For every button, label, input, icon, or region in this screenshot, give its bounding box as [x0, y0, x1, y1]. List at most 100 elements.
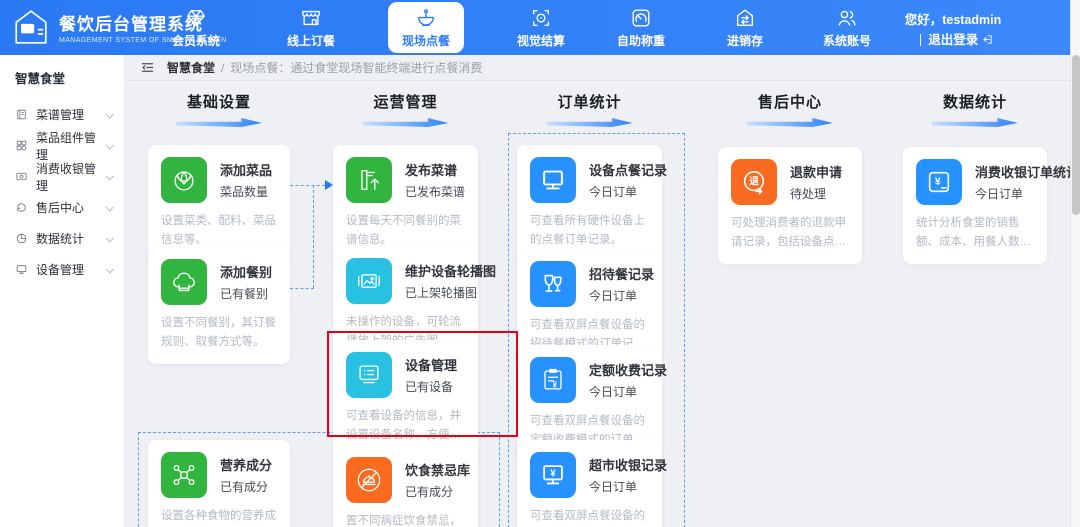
header-arrow-underline — [546, 118, 633, 127]
module-card-2-1[interactable]: 发布菜谱 已发布菜谱 设置每天不同餐别的菜谱信息。 — [333, 145, 478, 262]
module-board: 基础设置 添加菜品 菜品数量 设置菜类、配料、菜品信息等。 添加餐别 已有餐别 设置不同餐别… — [125, 55, 1070, 527]
card-stat: 待处理 — [790, 187, 827, 201]
nav-item-1[interactable]: 会员系统 — [158, 0, 234, 55]
card-title: 消费收银订单统计 — [975, 165, 1070, 180]
connector-line — [313, 185, 314, 288]
device-icon — [15, 263, 28, 276]
header-arrow-underline — [747, 118, 833, 127]
card-stat: 今日订单 — [589, 385, 638, 399]
card-title: 退款申请 — [790, 165, 843, 180]
card-description: 可查看所有硬件设备上的点餐订单记录。 — [530, 215, 645, 246]
sidebar-item-2[interactable]: 菜品组件管理 — [0, 130, 124, 162]
header-arrow-underline — [362, 118, 449, 127]
card-title: 招待餐记录 — [589, 267, 655, 282]
sidebar-title: 智慧食堂 — [15, 72, 66, 86]
sidebar-item-label: 售后中心 — [36, 201, 85, 215]
svg-text:退: 退 — [749, 176, 759, 188]
card-title: 设备管理 — [405, 358, 458, 373]
module-card-3-1[interactable]: 设备点餐记录 今日订单可查看所有硬件设备上的点餐订单记录。 — [517, 145, 668, 262]
chevron-down-icon — [105, 140, 114, 150]
sidebar: 智慧食堂 菜谱管理菜品组件管理 消费收银管理售后中心数据统计设备管理 — [0, 55, 125, 527]
sidebar-item-4[interactable]: 售后中心 — [0, 192, 124, 223]
sidebar-menu: 菜谱管理菜品组件管理 消费收银管理售后中心数据统计设备管理 — [0, 99, 124, 285]
header-arrow-underline — [932, 118, 1018, 127]
cashier-icon — [15, 170, 28, 183]
sidebar-item-5[interactable]: 数据统计 — [0, 223, 124, 254]
logout-button[interactable]: 退出登录 — [928, 33, 993, 47]
column-header-5: 数据统计 — [903, 91, 1047, 127]
column-title: 基础设置 — [186, 94, 251, 111]
users-icon — [836, 7, 858, 29]
sidebar-item-3[interactable]: 消费收银管理 — [0, 161, 124, 193]
user-area: 您好，testadmin 退出登录 — [900, 10, 1006, 50]
nav-item-2[interactable]: 线上订餐 — [273, 0, 349, 55]
divider — [920, 34, 922, 46]
monitor-icon — [530, 157, 576, 203]
sidebar-item-1[interactable]: 菜谱管理 — [0, 99, 124, 130]
nav-item-label: 现场点餐 — [401, 33, 450, 48]
module-card-2-4[interactable]: 饮食禁忌库已有成分置不同病症饮食禁忌，【菜品管理】里可添加对应的。 — [333, 445, 478, 527]
column-header-4: 售后中心 — [718, 91, 862, 127]
card-title: 营养成分 — [220, 458, 273, 473]
card-description: 可查看设备的信息，并设置设备名称，方便识别。 — [346, 410, 461, 441]
card-stat: 已有成分 — [405, 485, 454, 499]
column-header-3: 订单统计 — [517, 91, 662, 127]
card-title: 设备点餐记录 — [589, 163, 668, 178]
card-stat: 今日订单 — [975, 187, 1024, 201]
sidebar-item-label: 消费收银管理 — [36, 161, 97, 193]
card-stat: 已上架轮播图 — [405, 286, 478, 300]
card-title: 发布菜谱 — [405, 163, 458, 178]
chef-hat-icon — [161, 259, 207, 305]
nav-item-4[interactable]: 视觉结算 — [503, 0, 579, 55]
module-card-4-1[interactable]: 退 退款申请待处理可处理消费者的退款申请记录，包括设备点餐及云餐厅H5上的订单..… — [718, 147, 862, 264]
sidebar-item-6[interactable]: 设备管理 — [0, 254, 124, 285]
svg-text:¥: ¥ — [550, 468, 556, 479]
module-card-3-4[interactable]: ¥ 超市收银记录今日订单可查看双屏点餐设备的超市收银的订单记录。 — [517, 440, 667, 527]
vegetable-icon — [161, 157, 207, 203]
card-title: 饮食禁忌库 — [405, 463, 471, 478]
column-title: 订单统计 — [557, 94, 622, 111]
nav-item-label: 线上订餐 — [286, 33, 335, 48]
nav-item-label: 系统账号 — [822, 33, 871, 48]
stats-icon — [15, 232, 28, 245]
carousel-icon — [346, 258, 392, 304]
card-stat: 今日订单 — [589, 185, 638, 199]
module-card-1-3[interactable]: 营养成分已有成分设置各种食物的营养成分，【菜品管理】里可添加对应的食物及分... — [148, 440, 290, 527]
card-stat: 已发布菜谱 — [405, 185, 466, 199]
module-card-2-3[interactable]: 设备管理已有设备可查看设备的信息，并设置设备名称，方便识别。 — [333, 340, 478, 457]
card-title: 维护设备轮播图 — [405, 264, 497, 279]
sidebar-item-label: 菜谱管理 — [36, 108, 85, 122]
nav-item-label: 进销存 — [726, 33, 763, 48]
connector-line — [290, 185, 325, 186]
module-card-1-1[interactable]: 添加菜品 菜品数量 设置菜类、配料、菜品信息等。 — [148, 145, 290, 262]
card-stat: 今日订单 — [589, 289, 638, 303]
chevron-down-icon — [105, 233, 114, 243]
card-stat: 已有餐别 — [220, 287, 269, 301]
scrollbar-track[interactable] — [1070, 0, 1080, 527]
user-greeting: 您好，testadmin — [904, 13, 1002, 27]
chevron-down-icon — [105, 109, 114, 119]
card-description: 设置菜类、配料、菜品信息等。 — [161, 215, 276, 246]
card-description: 统计分析食堂的销售额、成本、用餐人数、及各菜品销量、餐别等... — [916, 217, 1031, 248]
column-title: 数据统计 — [942, 94, 1007, 111]
module-card-1-2[interactable]: 添加餐别 已有餐别 设置不同餐别，其订餐规则、取餐方式等。 — [148, 247, 290, 364]
chevron-down-icon — [105, 171, 114, 181]
nav-item-3[interactable]: 现场点餐 — [388, 2, 464, 53]
scrollbar-thumb[interactable] — [1072, 55, 1080, 215]
nav-item-6[interactable]: 进销存 — [707, 0, 783, 55]
card-title: 定额收费记录 — [589, 363, 668, 378]
clipboard-yen-icon: ¥ — [530, 357, 576, 403]
nav-item-7[interactable]: 系统账号 — [809, 0, 885, 55]
nav-item-label: 自助称重 — [616, 33, 665, 48]
sidebar-item-label: 设备管理 — [36, 263, 85, 277]
glasses-icon — [530, 261, 576, 307]
scale-icon — [630, 7, 652, 29]
connector-arrow-icon — [325, 180, 333, 190]
top-navbar: 餐饮后台管理系统 MANAGEMENT SYSTEM OF SMART CANT… — [0, 0, 1080, 55]
card-description: 可处理消费者的退款申请记录，包括设备点餐及云餐厅H5上的订单... — [731, 217, 846, 248]
nav-item-5[interactable]: 自助称重 — [603, 0, 679, 55]
card-stat: 已有设备 — [405, 380, 454, 394]
chevron-down-icon — [105, 202, 114, 212]
module-card-5-1[interactable]: ¥ 消费收银订单统计今日订单统计分析食堂的销售额、成本、用餐人数、及各菜品销量、餐… — [903, 147, 1070, 264]
card-title: 添加餐别 — [220, 265, 273, 280]
